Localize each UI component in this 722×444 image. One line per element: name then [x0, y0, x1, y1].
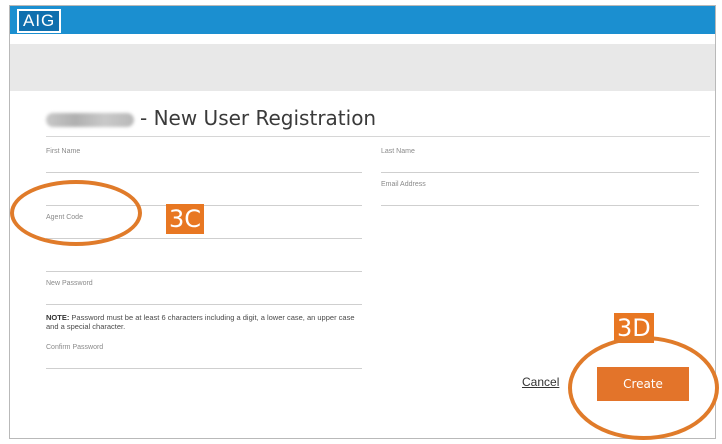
page-title: - New User Registration — [46, 106, 376, 132]
new-password-label: New Password — [46, 280, 93, 287]
email-address-field[interactable]: Email Address — [381, 175, 699, 206]
sub-header-bar — [10, 44, 715, 91]
email-address-label: Email Address — [381, 181, 426, 188]
last-name-label: Last Name — [381, 148, 415, 155]
page-title-text: - New User Registration — [140, 106, 377, 130]
confirm-password-field[interactable]: Confirm Password — [46, 338, 362, 369]
password-note-text: Password must be at least 6 characters i… — [46, 313, 355, 331]
obscured-field[interactable] — [46, 241, 362, 272]
top-bar: AIG — [10, 6, 715, 34]
last-name-field[interactable]: Last Name — [381, 142, 699, 173]
agent-code-highlight-ring — [10, 180, 142, 246]
first-name-label: First Name — [46, 148, 81, 155]
title-divider — [46, 136, 710, 137]
cancel-link[interactable]: Cancel — [522, 375, 559, 389]
password-note: NOTE: Password must be at least 6 charac… — [46, 313, 366, 331]
new-password-field[interactable]: New Password — [46, 274, 362, 305]
redacted-company-name — [46, 112, 134, 127]
first-name-field[interactable]: First Name — [46, 142, 362, 173]
callout-3c: 3C — [166, 204, 205, 234]
aig-logo: AIG — [17, 9, 62, 33]
create-highlight-ring — [568, 336, 719, 440]
confirm-password-label: Confirm Password — [46, 344, 104, 351]
password-note-bold: NOTE: — [46, 313, 70, 322]
